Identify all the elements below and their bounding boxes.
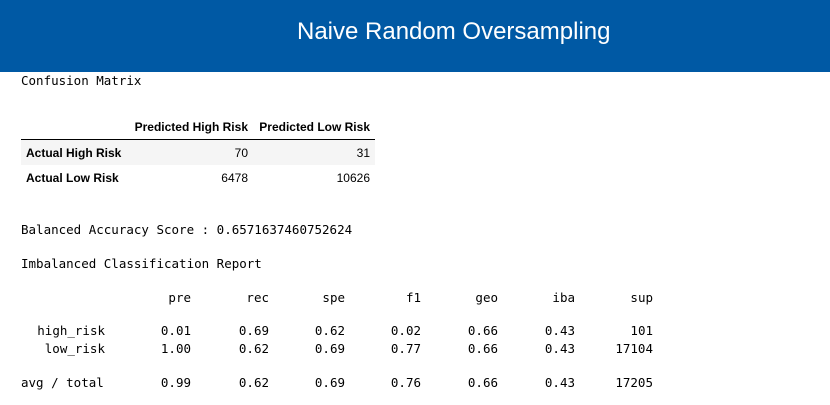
report-cell: 0.43 <box>544 341 575 356</box>
report-cell: 1.00 <box>160 341 191 356</box>
table-corner-cell <box>21 114 129 140</box>
table-header-row: Predicted High Risk Predicted Low Risk <box>21 114 375 140</box>
column-header-predicted-high: Predicted High Risk <box>129 114 253 140</box>
report-header-iba: iba <box>552 290 575 305</box>
title-banner: Naive Random Oversampling <box>0 0 830 72</box>
report-cell: 0.66 <box>467 375 498 390</box>
classification-report: pre rec spe f1 geo iba sup high_risk 0.0… <box>21 290 661 400</box>
confusion-matrix-table: Predicted High Risk Predicted Low Risk A… <box>21 114 375 190</box>
table-cell: 70 <box>234 145 248 160</box>
report-row-label-avg-total: avg / total <box>21 375 104 390</box>
page-title: Naive Random Oversampling <box>297 18 611 45</box>
report-cell: 0.66 <box>467 341 498 356</box>
report-header-geo: geo <box>475 290 498 305</box>
report-cell: 0.66 <box>467 323 498 338</box>
column-header-predicted-low: Predicted Low Risk <box>253 114 375 140</box>
report-cell: 0.62 <box>238 341 269 356</box>
table-cell: 31 <box>356 145 370 160</box>
report-cell: 0.69 <box>314 375 345 390</box>
report-cell: 0.01 <box>160 323 191 338</box>
row-header-actual-low: Actual Low Risk <box>26 170 119 185</box>
report-cell: 17104 <box>615 341 653 356</box>
balanced-accuracy-score: Balanced Accuracy Score : 0.657163746075… <box>21 222 353 237</box>
report-header-rec: rec <box>246 290 269 305</box>
report-header-sup: sup <box>630 290 653 305</box>
report-cell: 17205 <box>615 375 653 390</box>
table-row: Actual High Risk 70 31 <box>21 139 375 165</box>
report-row-label-high-risk: high_risk <box>37 323 105 338</box>
report-cell: 0.62 <box>314 323 345 338</box>
classification-report-label: Imbalanced Classification Report <box>21 256 262 271</box>
row-header-actual-high: Actual High Risk <box>26 145 122 160</box>
table-cell: 6478 <box>221 170 248 185</box>
report-cell: 0.76 <box>390 375 421 390</box>
report-cell: 0.99 <box>160 375 191 390</box>
report-cell: 0.43 <box>544 375 575 390</box>
report-cell: 0.69 <box>238 323 269 338</box>
report-row-label-low-risk: low_risk <box>44 341 105 356</box>
report-header-f1: f1 <box>405 290 421 305</box>
report-cell: 0.77 <box>390 341 421 356</box>
report-cell: 0.43 <box>544 323 575 338</box>
confusion-matrix-label: Confusion Matrix <box>21 73 142 88</box>
report-cell: 0.69 <box>314 341 345 356</box>
report-header-spe: spe <box>322 290 345 305</box>
table-cell: 10626 <box>336 170 370 185</box>
report-header-pre: pre <box>168 290 191 305</box>
report-cell: 101 <box>630 323 653 338</box>
report-cell: 0.62 <box>238 375 269 390</box>
report-cell: 0.02 <box>390 323 421 338</box>
table-row: Actual Low Risk 6478 10626 <box>21 165 375 190</box>
